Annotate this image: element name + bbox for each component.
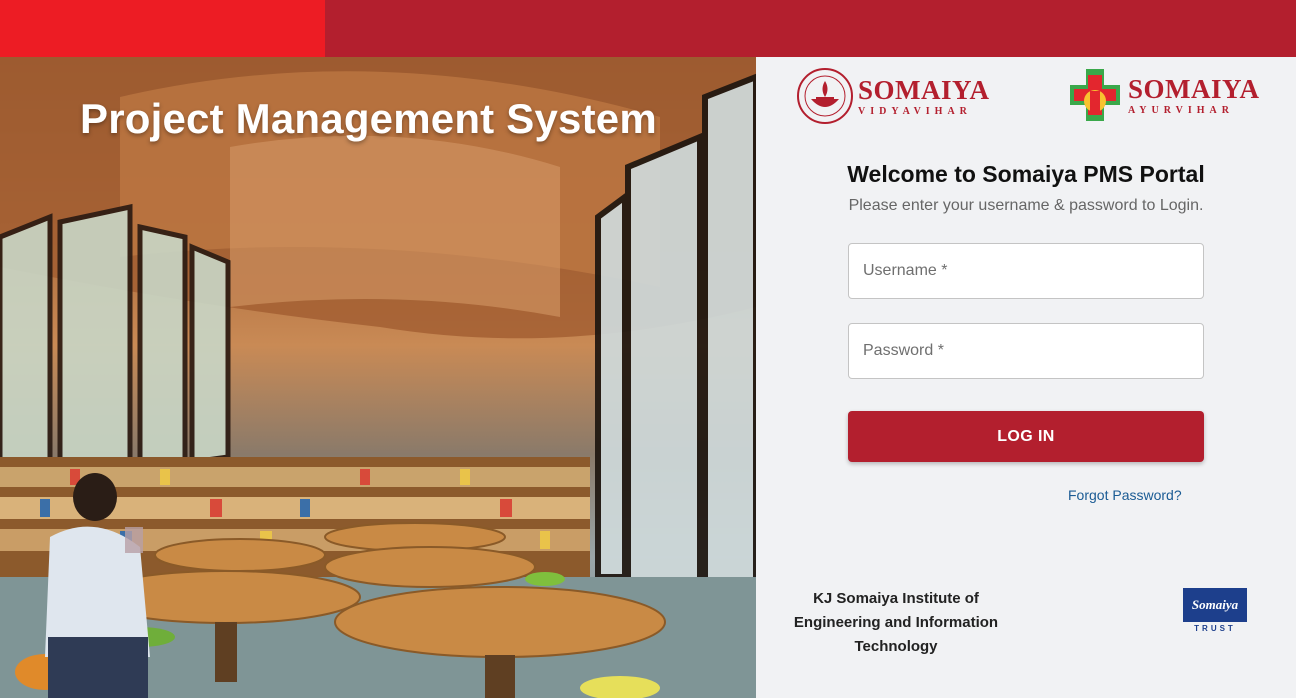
password-input[interactable] [849, 324, 1203, 378]
password-field[interactable] [848, 323, 1204, 379]
vidyavihar-logo-main: SOMAIYA [858, 74, 990, 105]
hero-image: Project Management System [0, 57, 756, 698]
username-field[interactable] [848, 243, 1204, 299]
somaiya-vidyavihar-logo: SOMAIYA VIDYAVIHAR [796, 67, 990, 125]
login-button[interactable]: LOG IN [848, 411, 1204, 462]
institute-name: KJ Somaiya Institute of Engineering and … [793, 590, 999, 655]
login-panel: SOMAIYA VIDYAVIHAR SOMAIYA AYURVIHAR Wel… [756, 57, 1296, 698]
somaiya-ayurvihar-logo: SOMAIYA AYURVIHAR [1066, 67, 1260, 123]
somaiya-trust-logo: Somaiya TRUST [1183, 588, 1247, 636]
diya-lamp-icon [797, 68, 853, 124]
trust-logo-script: Somaiya [1183, 588, 1247, 622]
medical-cross-icon [1070, 69, 1120, 121]
top-banner-accent [0, 0, 325, 57]
username-input[interactable] [849, 244, 1203, 298]
top-banner [0, 0, 1296, 57]
forgot-password-link[interactable]: Forgot Password? [1068, 487, 1182, 503]
hero-title: Project Management System [80, 95, 657, 142]
ayurvihar-logo-main: SOMAIYA [1128, 73, 1260, 104]
ayurvihar-logo-sub: AYURVIHAR [1128, 104, 1234, 116]
library-illustration [0, 57, 756, 698]
trust-logo-label: TRUST [1194, 624, 1236, 633]
login-instructions: Please enter your username & password to… [848, 197, 1204, 214]
welcome-heading: Welcome to Somaiya PMS Portal [847, 161, 1205, 187]
vidyavihar-logo-sub: VIDYAVIHAR [858, 105, 972, 117]
